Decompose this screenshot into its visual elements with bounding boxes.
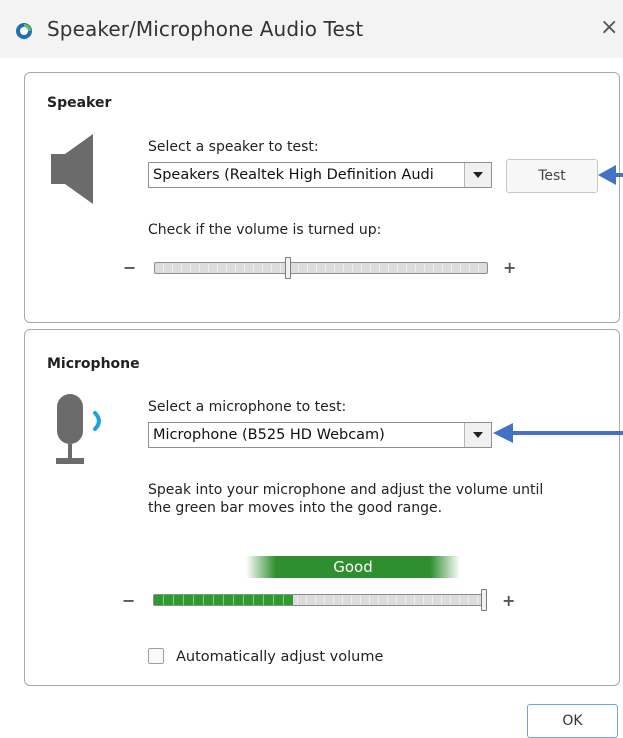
annotation-arrow-icon <box>493 423 623 443</box>
mic-volume-plus: + <box>502 591 516 610</box>
title-bar: Speaker/Microphone Audio Test × <box>0 0 623 58</box>
microphone-instructions-line2: the green bar moves into the good range. <box>148 500 443 516</box>
speaker-dropdown-value: Speakers (Realtek High Definition Audi <box>153 167 434 183</box>
close-icon[interactable]: × <box>600 16 618 40</box>
auto-adjust-checkbox[interactable] <box>148 648 164 664</box>
microphone-panel: Microphone Select a microphone to test: … <box>24 329 620 686</box>
speaker-icon <box>51 134 93 204</box>
speaker-dropdown[interactable]: Speakers (Realtek High Definition Audi <box>148 162 492 188</box>
app-logo-icon <box>16 23 32 39</box>
microphone-dropdown[interactable]: Microphone (B525 HD Webcam) <box>148 422 492 448</box>
speaker-volume-plus: + <box>503 258 517 277</box>
window-title: Speaker/Microphone Audio Test <box>47 17 364 41</box>
microphone-instructions-line1: Speak into your microphone and adjust th… <box>148 482 544 498</box>
chevron-down-icon[interactable] <box>464 163 491 187</box>
speaker-volume-thumb[interactable] <box>285 257 291 279</box>
test-speaker-button[interactable]: Test <box>506 159 598 193</box>
ok-button[interactable]: OK <box>527 704 618 738</box>
mic-volume-thumb[interactable] <box>481 589 487 611</box>
mic-volume-minus: − <box>122 591 136 610</box>
good-range-indicator: Good <box>246 556 460 578</box>
speaker-volume-minus: − <box>123 258 137 277</box>
mic-volume-slider[interactable] <box>153 594 487 606</box>
microphone-dropdown-value: Microphone (B525 HD Webcam) <box>153 427 385 443</box>
speaker-select-label: Select a speaker to test: <box>148 139 319 155</box>
mic-input-level-bar <box>154 595 293 605</box>
speaker-panel: Speaker Select a speaker to test: Speake… <box>24 72 620 323</box>
speaker-heading: Speaker <box>47 95 112 111</box>
annotation-arrow-icon <box>598 165 623 185</box>
microphone-icon <box>56 394 101 464</box>
speaker-volume-slider[interactable] <box>154 262 488 274</box>
microphone-heading: Microphone <box>47 356 140 372</box>
auto-adjust-label[interactable]: Automatically adjust volume <box>176 649 383 665</box>
speaker-volume-label: Check if the volume is turned up: <box>148 222 382 238</box>
chevron-down-icon[interactable] <box>464 423 491 447</box>
microphone-select-label: Select a microphone to test: <box>148 399 347 415</box>
